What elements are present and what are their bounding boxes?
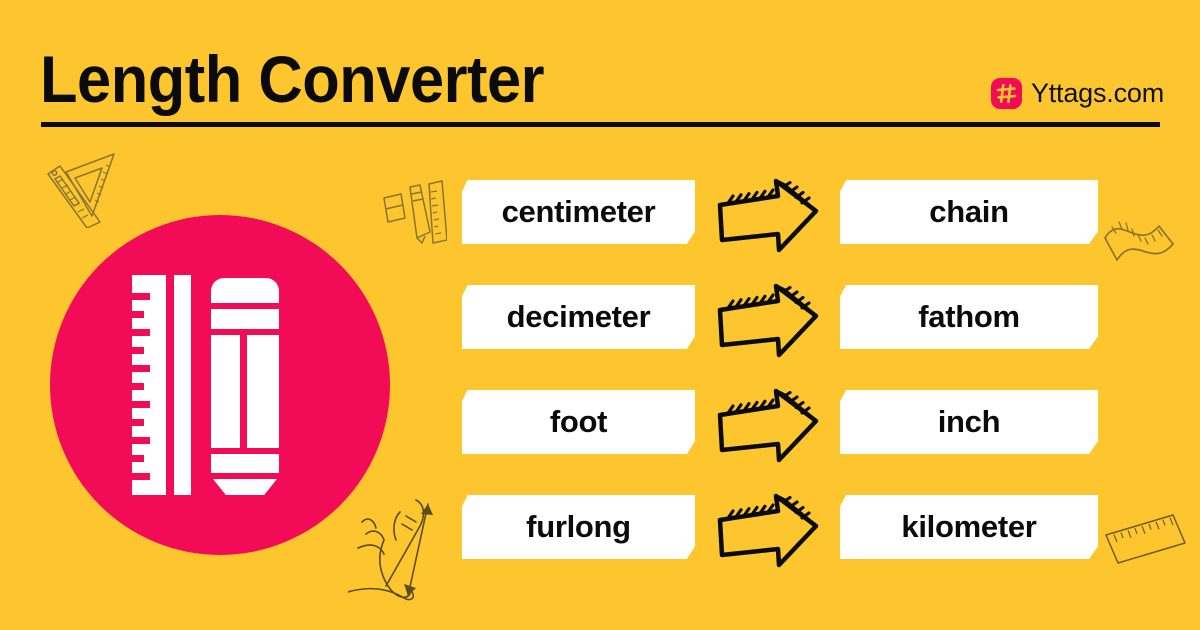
conversion-row: centimeter chain — [0, 168, 1200, 273]
from-unit-label: centimeter — [501, 194, 656, 229]
header: Length Converter Yttags.com — [0, 0, 1200, 135]
conversion-row: foot inch — [0, 378, 1200, 483]
eraser-pencil-ruler-doodle-icon — [381, 176, 448, 257]
to-unit-chip[interactable]: chain — [840, 180, 1098, 244]
hand-drawn-right-arrow-icon — [716, 283, 820, 359]
hashtag-icon — [990, 78, 1022, 109]
hand-measuring-doodle-icon — [347, 482, 458, 612]
from-unit-label: decimeter — [506, 299, 651, 334]
from-unit-label: foot — [549, 404, 608, 439]
title-underline-divider — [41, 122, 1160, 127]
from-unit-chip[interactable]: furlong — [462, 495, 695, 559]
from-unit-label: furlong — [526, 509, 631, 544]
from-unit-chip[interactable]: centimeter — [462, 180, 695, 244]
to-unit-chip[interactable]: fathom — [840, 285, 1098, 349]
to-unit-label: inch — [937, 404, 1001, 439]
page-title: Length Converter — [40, 42, 545, 116]
hand-drawn-right-arrow-icon — [716, 493, 820, 569]
conversion-row: decimeter fathom — [0, 273, 1200, 378]
conversion-rows: centimeter chain decimeter fathom foot i… — [0, 168, 1200, 588]
hand-drawn-right-arrow-icon — [716, 388, 820, 464]
to-unit-chip[interactable]: inch — [840, 390, 1098, 454]
to-unit-label: chain — [929, 194, 1009, 229]
to-unit-label: kilometer — [901, 509, 1037, 544]
from-unit-chip[interactable]: foot — [462, 390, 695, 454]
from-unit-chip[interactable]: decimeter — [462, 285, 695, 349]
to-unit-chip[interactable]: kilometer — [840, 495, 1098, 559]
brand-logo-group: Yttags.com — [990, 78, 1164, 109]
brand-name: Yttags.com — [1030, 78, 1164, 108]
length-converter-poster: Length Converter Yttags.com centimeter c… — [0, 0, 1200, 630]
hand-drawn-right-arrow-icon — [716, 178, 820, 254]
conversion-row: furlong kilometer — [0, 483, 1200, 588]
small-ruler-doodle-icon — [1103, 512, 1191, 573]
ruler-and-set-square-doodle-icon — [30, 152, 116, 233]
to-unit-label: fathom — [918, 299, 1020, 334]
flexible-measuring-tape-doodle-icon — [1101, 208, 1181, 291]
